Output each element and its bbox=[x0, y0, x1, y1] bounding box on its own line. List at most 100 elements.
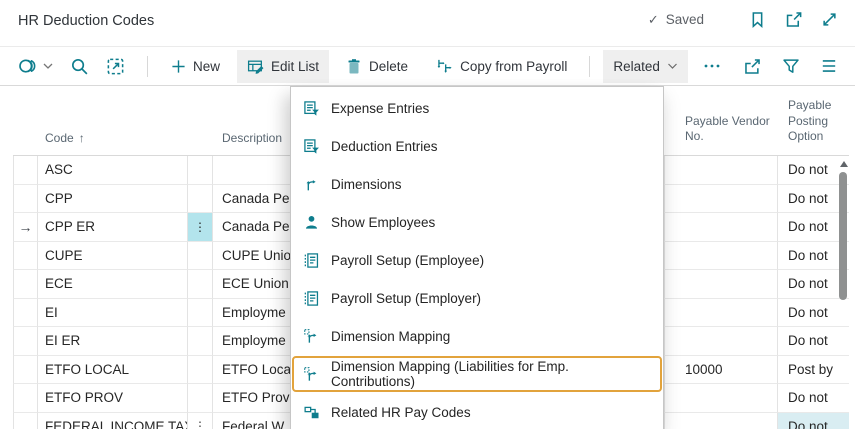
chevron-down-icon bbox=[43, 62, 53, 70]
open-in-new-window-icon[interactable] bbox=[784, 10, 803, 29]
list-layout-icon[interactable] bbox=[820, 57, 838, 75]
vendor-cell[interactable] bbox=[665, 384, 778, 413]
column-header-payable-posting-option[interactable]: Payable Posting Option bbox=[778, 86, 849, 156]
menu-item-label: Show Employees bbox=[331, 214, 436, 230]
menu-item-related-hr-pay-codes[interactable]: Related HR Pay Codes bbox=[291, 393, 663, 429]
vendor-cell[interactable] bbox=[665, 327, 778, 356]
vendor-cell[interactable] bbox=[665, 241, 778, 270]
vendor-cell[interactable] bbox=[665, 213, 778, 242]
menu-item-payroll-setup-employee[interactable]: Payroll Setup (Employee) bbox=[291, 241, 663, 279]
code-cell[interactable]: ECE bbox=[38, 270, 188, 299]
employee-icon bbox=[303, 214, 320, 231]
code-cell[interactable]: EI bbox=[38, 298, 188, 327]
row-actions-cell[interactable] bbox=[188, 270, 213, 299]
code-cell[interactable]: CPP ER bbox=[38, 213, 188, 242]
bookmark-icon[interactable] bbox=[748, 10, 767, 29]
dimension-mapping-icon bbox=[303, 366, 320, 383]
menu-item-show-employees[interactable]: Show Employees bbox=[291, 203, 663, 241]
row-selector-cell[interactable] bbox=[13, 156, 38, 185]
related-button[interactable]: Related bbox=[603, 49, 688, 83]
vendor-cell[interactable]: 10000 bbox=[665, 355, 778, 384]
menu-item-label: Related HR Pay Codes bbox=[331, 404, 471, 420]
row-selector-cell[interactable] bbox=[13, 241, 38, 270]
menu-item-expense-entries[interactable]: Expense Entries bbox=[291, 89, 663, 127]
row-selector-cell[interactable] bbox=[13, 270, 38, 299]
vendor-cell[interactable] bbox=[665, 298, 778, 327]
saved-label: Saved bbox=[665, 12, 704, 27]
row-selector-cell[interactable] bbox=[13, 412, 38, 429]
titlebar-actions: ✓ Saved bbox=[648, 10, 839, 29]
vertical-scrollbar[interactable] bbox=[838, 158, 849, 429]
copy-from-payroll-button[interactable]: Copy from Payroll bbox=[425, 50, 577, 83]
trash-icon bbox=[346, 58, 362, 75]
menu-item-deduction-entries[interactable]: Deduction Entries bbox=[291, 127, 663, 165]
scrollbar-thumb[interactable] bbox=[839, 172, 847, 300]
views-icon[interactable] bbox=[18, 56, 53, 76]
sort-ascending-icon: ↑ bbox=[78, 131, 85, 145]
check-icon: ✓ bbox=[647, 11, 659, 27]
menu-item-dimensions[interactable]: Dimensions bbox=[291, 165, 663, 203]
row-actions-icon: ⋮ bbox=[194, 219, 206, 234]
menu-item-label: Dimension Mapping (Liabilities for Emp. … bbox=[331, 359, 569, 389]
ledger-entries-icon bbox=[303, 100, 320, 117]
row-actions-cell[interactable] bbox=[188, 355, 213, 384]
toolbar-right-icons bbox=[743, 57, 841, 76]
row-actions-cell[interactable] bbox=[188, 327, 213, 356]
row-actions-cell[interactable] bbox=[188, 384, 213, 413]
saved-indicator: ✓ Saved bbox=[648, 12, 704, 28]
vendor-cell[interactable] bbox=[665, 156, 778, 185]
column-header-payable-vendor-no[interactable]: Payable Vendor No. bbox=[665, 86, 778, 156]
row-selector-cell[interactable] bbox=[13, 184, 38, 213]
menu-item-label: Dimension Mapping bbox=[331, 328, 451, 344]
code-cell[interactable]: ETFO PROV bbox=[38, 384, 188, 413]
row-actions-cell[interactable]: ⋮ bbox=[188, 412, 213, 429]
header-gutter bbox=[13, 86, 38, 156]
more-options-button[interactable] bbox=[695, 50, 729, 83]
row-actions-cell[interactable] bbox=[188, 184, 213, 213]
edit-list-button[interactable]: Edit List bbox=[237, 49, 330, 83]
code-cell[interactable]: CUPE bbox=[38, 241, 188, 270]
menu-item-payroll-setup-employer[interactable]: Payroll Setup (Employer) bbox=[291, 279, 663, 317]
header-row-actions bbox=[188, 86, 213, 156]
code-cell[interactable]: ASC bbox=[38, 156, 188, 185]
menu-item-label: Deduction Entries bbox=[331, 138, 438, 154]
vendor-cell[interactable] bbox=[665, 270, 778, 299]
edit-list-label: Edit List bbox=[271, 58, 320, 74]
setup-report-icon bbox=[303, 252, 320, 269]
row-selector-cell[interactable]: → bbox=[13, 213, 38, 242]
vendor-cell[interactable] bbox=[665, 184, 778, 213]
filter-icon[interactable] bbox=[782, 57, 800, 75]
row-selector-cell[interactable] bbox=[13, 355, 38, 384]
scrollbar-up-icon[interactable] bbox=[839, 161, 848, 167]
row-selector-cell[interactable] bbox=[13, 384, 38, 413]
row-actions-cell[interactable]: ⋮ bbox=[188, 213, 213, 242]
code-cell[interactable]: FEDERAL INCOME TAX bbox=[38, 412, 188, 429]
row-actions-cell[interactable] bbox=[188, 298, 213, 327]
expand-icon[interactable] bbox=[820, 10, 839, 29]
new-button[interactable]: New bbox=[161, 50, 230, 83]
related-label: Related bbox=[613, 58, 660, 74]
toolbar-divider bbox=[589, 55, 591, 77]
vendor-cell[interactable] bbox=[665, 412, 778, 429]
row-selector-cell[interactable] bbox=[13, 298, 38, 327]
delete-button[interactable]: Delete bbox=[336, 50, 418, 83]
copy-from-payroll-label: Copy from Payroll bbox=[460, 58, 568, 74]
code-cell[interactable]: CPP bbox=[38, 184, 188, 213]
action-toolbar: New Edit List Delete Copy from Payroll R… bbox=[0, 47, 855, 86]
search-icon[interactable] bbox=[70, 57, 89, 76]
menu-item-dimension-mapping[interactable]: Dimension Mapping bbox=[291, 317, 663, 355]
analysis-mode-icon[interactable] bbox=[106, 57, 125, 76]
menu-item-dimension-mapping-liabilities[interactable]: Dimension Mapping (Liabilities for Emp. … bbox=[291, 355, 663, 393]
more-options-icon bbox=[703, 63, 721, 69]
share-icon[interactable] bbox=[743, 57, 762, 76]
new-button-label: New bbox=[193, 58, 221, 74]
code-cell[interactable]: EI ER bbox=[38, 327, 188, 356]
column-header-code[interactable]: Code ↑ bbox=[38, 86, 188, 156]
edit-list-icon bbox=[247, 58, 264, 75]
row-actions-icon: ⋮ bbox=[194, 419, 206, 429]
code-cell[interactable]: ETFO LOCAL bbox=[38, 355, 188, 384]
hr-deduction-codes-page: HR Deduction Codes ✓ Saved New Edit List… bbox=[0, 0, 855, 429]
row-actions-cell[interactable] bbox=[188, 156, 213, 185]
row-actions-cell[interactable] bbox=[188, 241, 213, 270]
row-selector-cell[interactable] bbox=[13, 327, 38, 356]
